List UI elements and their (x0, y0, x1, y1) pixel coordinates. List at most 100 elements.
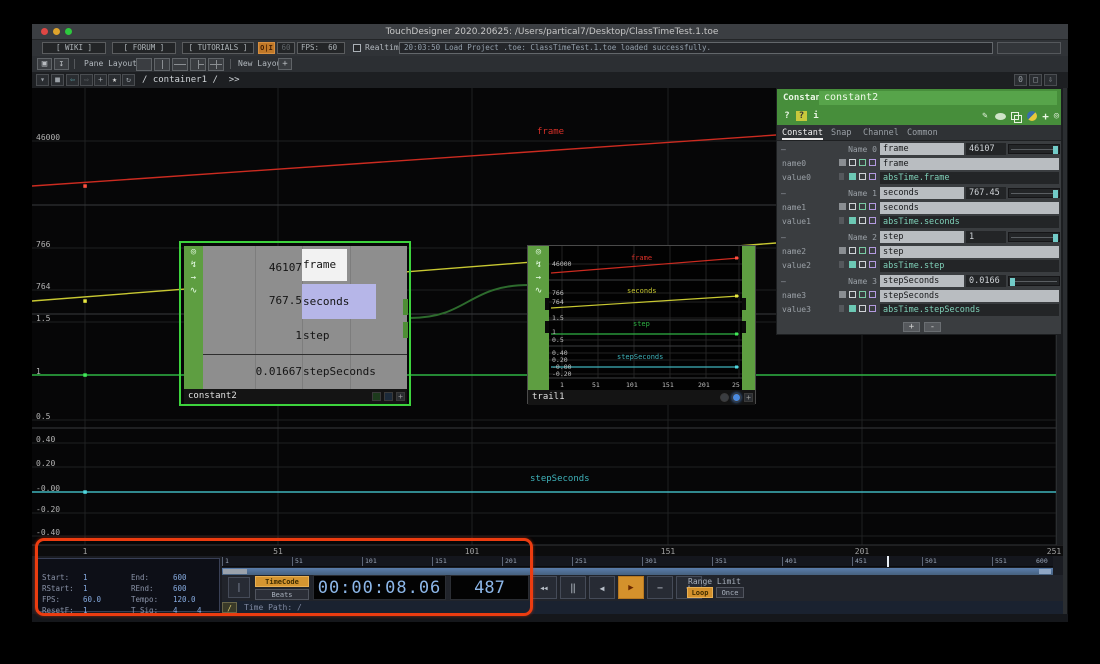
pane-split-icon[interactable]: ⇩ (1044, 74, 1057, 86)
export-flag-icon[interactable]: → (528, 272, 549, 285)
info-value[interactable]: 600 (173, 584, 187, 593)
play-forward-icon[interactable]: ▶ (618, 576, 644, 599)
toggle-square[interactable] (839, 261, 844, 268)
pane-maximize-icon[interactable]: □ (1029, 74, 1042, 86)
info-value[interactable]: 60.0 (83, 595, 101, 604)
jump-to-start-icon[interactable]: ◀◀ (531, 576, 557, 599)
toggle-square[interactable] (859, 247, 866, 254)
toggle-square[interactable] (859, 291, 866, 298)
time-path-slash-button[interactable]: / (222, 602, 237, 613)
info-value[interactable]: 1 (83, 584, 88, 593)
toggle-square[interactable] (839, 247, 846, 254)
parameter-dialog[interactable]: Constant constant2 ? ? i ✎ + ◎ Constant … (776, 88, 1062, 335)
output-connector[interactable] (403, 322, 408, 338)
frame-marker-button[interactable]: | (228, 577, 250, 598)
toggle-square[interactable] (869, 173, 876, 180)
active-viewer-icon[interactable] (732, 393, 741, 402)
stop-icon[interactable]: ■ (51, 74, 64, 86)
output-connector[interactable] (403, 299, 408, 315)
perform-mode-button[interactable]: O|I (258, 42, 275, 54)
maximize-window-icon[interactable] (65, 28, 72, 35)
export-flag-icon[interactable]: → (184, 272, 203, 285)
operator-name-field[interactable]: constant2 (819, 91, 1057, 105)
param-string-field[interactable]: frame (880, 158, 1059, 170)
tab-snap[interactable]: Snap (831, 128, 851, 138)
toggle-square[interactable] (839, 173, 844, 180)
network-path[interactable]: / container1 / >> (142, 75, 240, 85)
param-value-field[interactable]: 767.45 (966, 187, 1006, 199)
clone-toggle-icon[interactable] (384, 392, 393, 401)
toggle-square[interactable] (869, 305, 876, 312)
add-channel-button[interactable]: + (903, 322, 920, 332)
param-string-field[interactable]: seconds (880, 202, 1059, 214)
comment-icon[interactable]: ✎ (979, 111, 991, 121)
graph-ruler[interactable] (32, 545, 1063, 556)
trail-graph[interactable]: frame seconds step stepSeconds 46000 766… (549, 246, 742, 390)
play-reverse-icon[interactable]: ◀ (589, 576, 615, 599)
toggle-square[interactable] (839, 203, 846, 210)
param-name-field[interactable]: frame (880, 143, 964, 155)
viewer-flag-icon[interactable]: ◎ (184, 246, 203, 259)
node-name-bar[interactable]: trail1 + (528, 390, 755, 405)
forward-arrow-icon[interactable]: ⇨ (80, 74, 93, 86)
toggle-square[interactable] (849, 261, 856, 268)
playhead[interactable] (887, 556, 889, 567)
timeline-range-bar[interactable] (222, 568, 1053, 575)
step-back-icon[interactable]: − (647, 576, 673, 599)
fps-cap-box[interactable]: 60 (277, 42, 295, 54)
wiki-button[interactable]: [ WIKI ] (42, 42, 106, 54)
bypass-flag-icon[interactable]: ↯ (528, 259, 549, 272)
star-icon[interactable]: ★ (108, 74, 121, 86)
range-handle-right[interactable] (1039, 569, 1051, 574)
once-button[interactable]: Once (716, 587, 744, 598)
toggle-square[interactable] (849, 247, 856, 254)
toggle-square[interactable] (849, 173, 856, 180)
plus-icon[interactable]: + (396, 392, 405, 401)
info-value[interactable]: 600 (173, 573, 187, 582)
fps-display[interactable]: FPS: 60 (297, 42, 345, 54)
toggle-square[interactable] (849, 305, 856, 312)
save-icon[interactable]: ↧ (54, 58, 69, 70)
param-slider[interactable] (1008, 276, 1060, 286)
layout-preset-single[interactable] (136, 58, 152, 71)
output-connector[interactable] (742, 321, 746, 333)
param-slider[interactable] (1008, 188, 1060, 198)
toggle-square[interactable] (849, 159, 856, 166)
cycle-icon[interactable]: ↻ (122, 74, 135, 86)
node-name-bar[interactable]: constant2 + (184, 389, 407, 404)
timeline-ruler[interactable]: 1 51 101 151 201 251 301 351 401 451 501… (222, 556, 1053, 567)
tab-common[interactable]: Common (907, 128, 938, 138)
info-icon[interactable]: i (811, 111, 821, 121)
toggle-square[interactable] (869, 159, 876, 166)
info-value[interactable]: 120.0 (173, 595, 196, 604)
toggle-square[interactable] (839, 217, 844, 224)
layout-preset-hsplit[interactable] (172, 58, 188, 71)
python-icon[interactable] (1027, 111, 1037, 121)
close-window-icon[interactable] (41, 28, 48, 35)
pause-icon[interactable]: ‖ (560, 576, 586, 599)
toggle-square[interactable] (859, 261, 866, 268)
param-slider[interactable] (1008, 232, 1060, 242)
layout-preset-grid[interactable] (208, 58, 224, 71)
toggle-square[interactable] (849, 217, 856, 224)
minimize-window-icon[interactable] (53, 28, 60, 35)
lock-flag-icon[interactable]: ∿ (184, 285, 203, 298)
toggle-square[interactable] (859, 203, 866, 210)
node-constant2[interactable]: ◎ ↯ → ∿ 46107 frame 767.5 seconds 1 step… (179, 241, 411, 406)
param-string-field[interactable]: step (880, 246, 1059, 258)
param-value-field[interactable]: 1 (966, 231, 1006, 243)
layout-preset-three[interactable] (190, 58, 206, 71)
param-name-field[interactable]: stepSeconds (880, 275, 964, 287)
forum-button[interactable]: [ FORUM ] (112, 42, 176, 54)
toggle-square[interactable] (859, 173, 866, 180)
add-layout-button[interactable]: + (278, 58, 292, 70)
lock-flag-icon[interactable]: ∿ (528, 285, 549, 298)
layout-preset-vsplit[interactable] (154, 58, 170, 71)
loop-button[interactable]: Loop (687, 587, 713, 598)
toggle-square[interactable] (849, 203, 856, 210)
python-help-icon[interactable]: ? (796, 111, 807, 121)
copy-parameters-icon[interactable] (1011, 112, 1019, 120)
chat-icon[interactable] (995, 113, 1006, 120)
tutorials-button[interactable]: [ TUTORIALS ] (182, 42, 254, 54)
realtime-checkbox[interactable] (353, 44, 361, 52)
